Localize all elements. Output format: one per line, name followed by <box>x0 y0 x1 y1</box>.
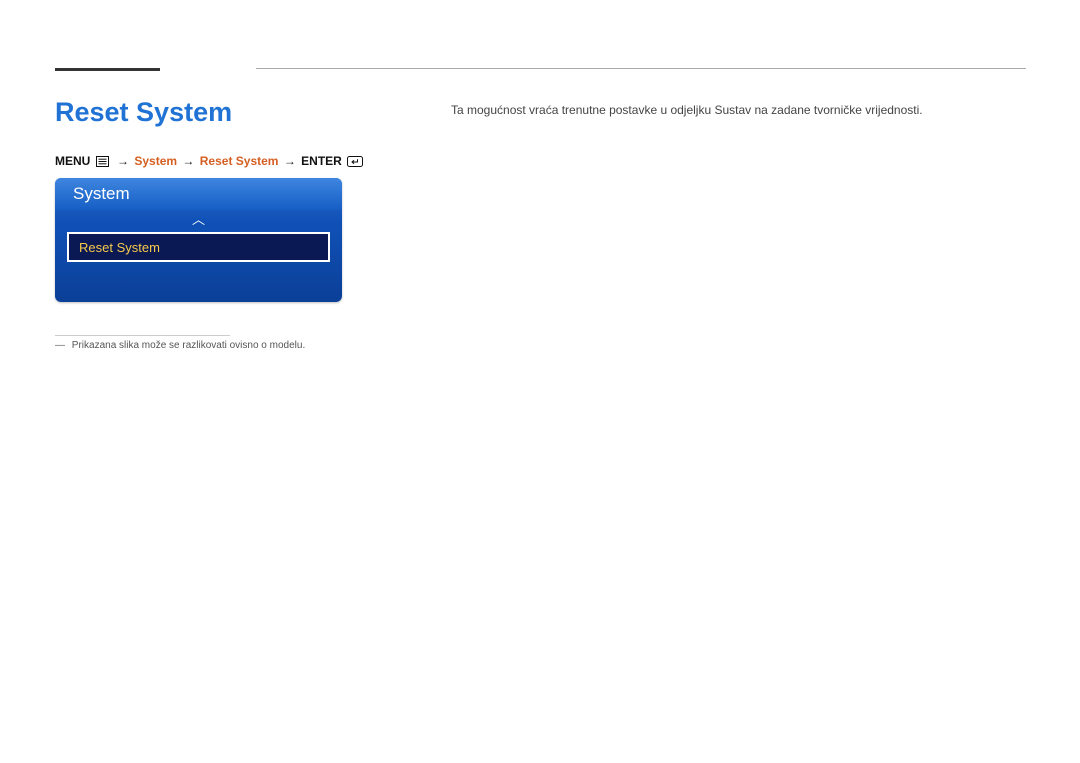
description-text: Ta mogućnost vraća trenutne postavke u o… <box>451 103 923 117</box>
enter-icon <box>347 156 363 170</box>
breadcrumb-arrow: → <box>117 154 129 168</box>
footnote: ― Prikazana slika može se razlikovati ov… <box>55 340 305 351</box>
footnote-dash: ― <box>55 340 65 351</box>
osd-panel: System ︿ Reset System <box>55 178 342 302</box>
header-rule-right <box>256 68 1026 69</box>
breadcrumb-menu: MENU <box>55 154 90 168</box>
osd-item-label: Reset System <box>79 240 160 255</box>
header-rule-left <box>55 68 160 71</box>
breadcrumb: MENU → System → Reset System → ENTER <box>55 154 366 170</box>
breadcrumb-enter: ENTER <box>301 154 342 168</box>
breadcrumb-arrow: → <box>284 154 296 168</box>
footnote-text: Prikazana slika može se razlikovati ovis… <box>72 340 305 351</box>
osd-item-reset-system[interactable]: Reset System <box>67 232 330 262</box>
page-title: Reset System <box>55 97 232 128</box>
chevron-up-icon[interactable]: ︿ <box>55 210 342 232</box>
footnote-rule <box>55 335 230 336</box>
osd-title-bar: System <box>55 178 342 210</box>
breadcrumb-reset-system: Reset System <box>200 154 279 168</box>
menu-icon <box>96 156 109 170</box>
osd-panel-title: System <box>73 184 130 204</box>
breadcrumb-system: System <box>134 154 177 168</box>
breadcrumb-arrow: → <box>182 154 194 168</box>
